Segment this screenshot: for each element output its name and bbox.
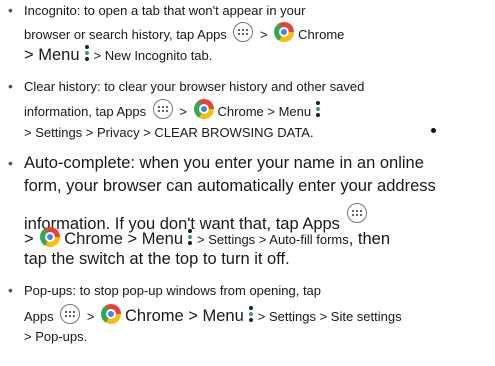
bullet: •: [8, 2, 13, 18]
bullet: •: [8, 155, 13, 171]
menu-icon: [186, 229, 194, 247]
menu-icon: [247, 306, 255, 324]
item-4-line-1: Pop-ups: to stop pop-up windows from ope…: [24, 283, 322, 298]
item-4-line-2: Apps > Chrome > Menu > Settings > Site se…: [24, 304, 402, 327]
menu-dot: [431, 128, 436, 133]
item-3-line-5: tap the switch at the top to turn it off…: [24, 250, 290, 268]
item-1-line-1: Incognito: to open a tab that won't appe…: [24, 3, 306, 18]
chrome-icon: [40, 227, 61, 247]
item-1-line-2: browser or search history, tap Apps > Ch…: [24, 22, 344, 45]
item-1-line-3: > Menu > New Incognito tab.: [24, 45, 213, 64]
apps-icon: [60, 304, 81, 324]
apps-icon: [152, 99, 173, 119]
chrome-icon: [274, 22, 295, 42]
item-3-line-4: > Chrome > Menu > Settings > Auto-fill fo…: [24, 227, 390, 250]
item-3-line-2: form, your browser can automatically ent…: [24, 177, 436, 195]
item-3-line-1: Auto-complete: when you enter your name …: [24, 154, 424, 172]
chrome-icon: [101, 304, 122, 324]
menu-icon: [83, 45, 91, 63]
apps-icon: [346, 203, 367, 223]
item-2-line-1: Clear history: to clear your browser his…: [24, 79, 365, 94]
menu-icon: [314, 101, 322, 119]
item-2-line-2: information, tap Apps > Chrome > Menu: [24, 99, 325, 122]
apps-icon: [233, 22, 254, 42]
item-2-line-3: > Settings > Privacy > CLEAR BROWSING DA…: [24, 125, 314, 140]
chrome-icon: [193, 99, 214, 119]
bullet: •: [8, 282, 13, 298]
bullet: •: [8, 78, 13, 94]
item-4-line-3: > Pop-ups.: [24, 329, 88, 344]
